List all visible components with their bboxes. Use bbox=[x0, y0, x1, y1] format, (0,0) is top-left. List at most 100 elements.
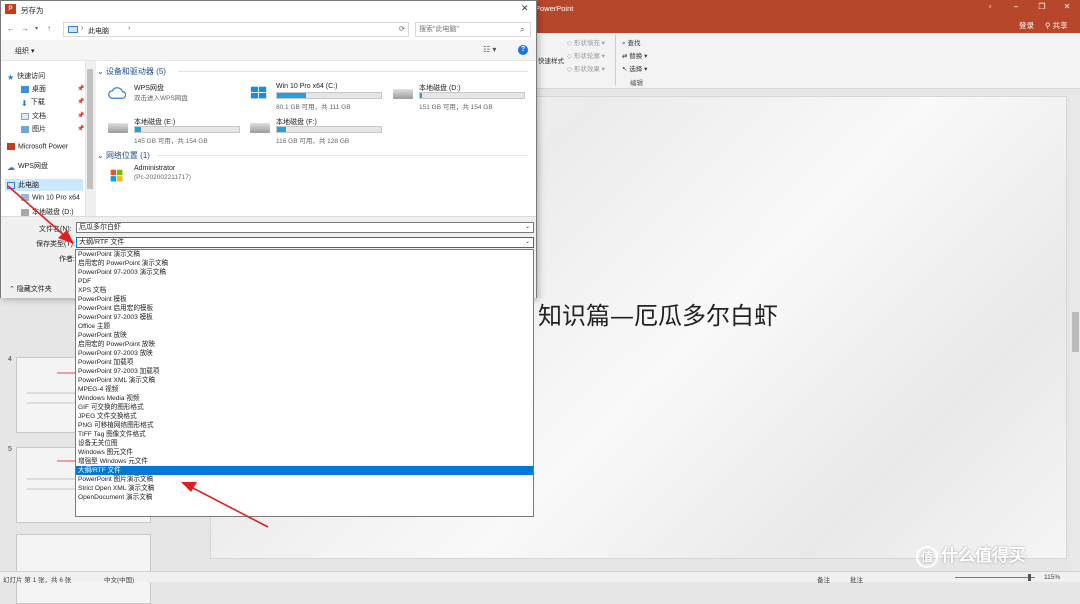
search-box[interactable]: ⌕ bbox=[415, 22, 531, 37]
up-icon[interactable]: ↑ bbox=[47, 24, 51, 33]
powerpoint-icon bbox=[7, 143, 15, 150]
pin-icon[interactable]: 📌 bbox=[77, 98, 84, 105]
savetype-option[interactable]: PowerPoint 启用宏的模板 bbox=[76, 304, 533, 313]
drive-icon bbox=[108, 123, 128, 133]
group-header-network[interactable]: ⌄ 网络位置 (1) bbox=[97, 150, 150, 161]
drive-item-f[interactable]: 本地磁盘 (F:) 116 GB 可用，共 128 GB bbox=[248, 117, 388, 149]
pin-icon[interactable]: 📌 bbox=[77, 112, 84, 119]
savetype-option[interactable]: 启用宏的 PowerPoint 放映 bbox=[76, 340, 533, 349]
notes-button[interactable]: 备注 bbox=[817, 574, 830, 584]
scrollbar-thumb[interactable] bbox=[1072, 312, 1079, 352]
drive-item-c[interactable]: Win 10 Pro x64 (C:) 80.1 GB 可用，共 111 GB bbox=[248, 83, 408, 115]
organize-button[interactable]: 组织 ▾ bbox=[15, 46, 34, 56]
savetype-option[interactable]: PowerPoint 演示文稿 bbox=[76, 250, 533, 259]
recent-dropdown-icon[interactable]: ▾ bbox=[35, 25, 38, 32]
drive-usage-bar bbox=[276, 92, 382, 99]
nav-scrollbar-thumb[interactable] bbox=[87, 69, 93, 189]
slide-thumbnail[interactable] bbox=[16, 534, 151, 604]
zoom-slider-knob[interactable] bbox=[1028, 574, 1031, 581]
group-divider bbox=[158, 155, 528, 156]
savetype-option[interactable]: 增强型 Windows 元文件 bbox=[76, 457, 533, 466]
view-options-icon[interactable]: ☷ ▾ bbox=[483, 45, 496, 54]
refresh-icon[interactable]: ⟳ bbox=[399, 25, 405, 33]
windows-network-icon bbox=[110, 169, 123, 182]
comments-button[interactable]: 批注 bbox=[850, 574, 863, 584]
savetype-option[interactable]: PowerPoint 97-2003 模板 bbox=[76, 313, 533, 322]
savetype-option[interactable]: GIF 可交换的图形格式 bbox=[76, 403, 533, 412]
pin-icon[interactable]: 📌 bbox=[77, 125, 84, 132]
savetype-option[interactable]: PowerPoint 97-2003 放映 bbox=[76, 349, 533, 358]
content-pane: ⌄ 设备和驱动器 (5) WPS网盘 双击进入WPS网盘 Win 10 Pro … bbox=[96, 61, 536, 216]
shape-effects-button[interactable]: ◇ 形状效果 ▾ bbox=[567, 63, 605, 73]
savetype-option[interactable]: PowerPoint 97-2003 加载项 bbox=[76, 367, 533, 376]
savetype-option[interactable]: TIFF Tag 图像文件格式 bbox=[76, 430, 533, 439]
savetype-option[interactable]: PowerPoint 放映 bbox=[76, 331, 533, 340]
slide-title[interactable]: 知识篇—厄瓜多尔白虾 bbox=[538, 296, 778, 331]
savetype-option[interactable]: Windows Media 视频 bbox=[76, 394, 533, 403]
savetype-option[interactable]: JPEG 文件交换格式 bbox=[76, 412, 533, 421]
pin-icon[interactable]: 📌 bbox=[77, 85, 84, 92]
ppt-window-title: PowerPoint bbox=[535, 4, 574, 13]
nav-downloads[interactable]: ⬇ 下载 bbox=[21, 97, 45, 108]
filename-input[interactable]: 厄瓜多尔白虾 ⌄ bbox=[76, 222, 534, 233]
nav-pictures[interactable]: 图片 bbox=[21, 124, 46, 134]
close-icon[interactable]: ✕ bbox=[1057, 2, 1077, 14]
watermark: 值什么值得买 bbox=[916, 541, 1026, 568]
search-input[interactable] bbox=[419, 24, 514, 35]
find-icon: ⌕ bbox=[622, 40, 626, 47]
select-button[interactable]: ↖ 选择 ▾ bbox=[622, 63, 647, 73]
back-icon[interactable]: ← bbox=[7, 24, 15, 33]
drive-item-wps[interactable]: WPS网盘 双击进入WPS网盘 bbox=[106, 83, 246, 115]
savetype-option[interactable]: PowerPoint XML 演示文稿 bbox=[76, 376, 533, 385]
savetype-option[interactable]: MPEG-4 视频 bbox=[76, 385, 533, 394]
share-button[interactable]: ⚲ 共享 bbox=[1045, 20, 1068, 31]
drive-icon bbox=[250, 123, 270, 133]
dialog-close-icon[interactable]: ✕ bbox=[521, 3, 529, 14]
nav-desktop[interactable]: 桌面 bbox=[21, 84, 46, 94]
savetype-option[interactable]: PowerPoint 模板 bbox=[76, 295, 533, 304]
dialog-toolbar: 组织 ▾ ☷ ▾ ? bbox=[1, 40, 536, 61]
savetype-option[interactable]: PowerPoint 加载项 bbox=[76, 358, 533, 367]
computer-icon bbox=[68, 26, 78, 33]
chevron-right-icon[interactable]: › bbox=[128, 25, 130, 32]
language-indicator[interactable]: 中文(中国) bbox=[104, 574, 134, 584]
minimize-icon[interactable]: – bbox=[1006, 2, 1026, 14]
savetype-select[interactable]: 大纲/RTF 文件 ⌄ bbox=[76, 237, 534, 248]
savetype-option[interactable]: 启用宏的 PowerPoint 演示文稿 bbox=[76, 259, 533, 268]
savetype-option[interactable]: Office 主题 bbox=[76, 322, 533, 331]
nav-wps-cloud[interactable]: ☁ WPS网盘 bbox=[7, 161, 48, 172]
cursor-icon: ↖ bbox=[622, 66, 628, 73]
nav-documents[interactable]: 文档 bbox=[21, 111, 46, 121]
savetype-option[interactable]: PowerPoint 97-2003 演示文稿 bbox=[76, 268, 533, 277]
group-header-devices[interactable]: ⌄ 设备和驱动器 (5) bbox=[97, 66, 166, 77]
savetype-option[interactable]: PowerPoint 图片演示文稿 bbox=[76, 475, 533, 484]
drive-item-d[interactable]: 本地磁盘 (D:) 151 GB 可用，共 154 GB bbox=[391, 83, 531, 115]
savetype-option[interactable]: OpenDocument 演示文稿 bbox=[76, 493, 533, 502]
drive-item-e[interactable]: 本地磁盘 (E:) 145 GB 可用，共 154 GB bbox=[106, 117, 246, 149]
address-bar[interactable]: › 此电脑 › ⟳ bbox=[63, 22, 409, 37]
nav-microsoft-powerpoint[interactable]: Microsoft Power bbox=[7, 143, 68, 150]
savetype-option[interactable]: Windows 图元文件 bbox=[76, 448, 533, 457]
savetype-option[interactable]: 大纲/RTF 文件 bbox=[76, 466, 533, 476]
nav-quick-access[interactable]: ★ 快速访问 bbox=[7, 71, 45, 82]
ribbon-display-icon[interactable]: ▫ bbox=[980, 2, 1000, 14]
quick-styles-button[interactable]: 快速样式 bbox=[538, 55, 564, 65]
shape-outline-button[interactable]: ◇ 形状轮廓 ▾ bbox=[567, 50, 605, 60]
replace-button[interactable]: ⇄ 替换 ▾ bbox=[622, 50, 647, 60]
forward-icon[interactable]: → bbox=[21, 24, 29, 33]
login-button[interactable]: 登录 bbox=[1019, 20, 1034, 31]
savetype-option[interactable]: 设备无关位图 bbox=[76, 439, 533, 448]
zoom-slider[interactable] bbox=[955, 577, 1035, 578]
hide-folders-button[interactable]: ⌃ 隐藏文件夹 bbox=[9, 284, 52, 294]
savetype-option[interactable]: PDF bbox=[76, 277, 533, 286]
help-icon[interactable]: ? bbox=[518, 45, 528, 55]
zoom-level[interactable]: 115% bbox=[1044, 574, 1060, 581]
find-button[interactable]: ⌕ 查找 bbox=[622, 37, 640, 48]
savetype-option[interactable]: Strict Open XML 演示文稿 bbox=[76, 484, 533, 493]
network-item[interactable]: Administrator (Pc-202002211717) bbox=[106, 165, 246, 197]
search-icon[interactable]: ⌕ bbox=[520, 25, 524, 35]
shape-fill-button[interactable]: ◇ 形状填充 ▾ bbox=[567, 37, 605, 47]
savetype-option[interactable]: PNG 可移植网络图形格式 bbox=[76, 421, 533, 430]
savetype-option[interactable]: XPS 文档 bbox=[76, 286, 533, 295]
restore-icon[interactable]: ❐ bbox=[1032, 2, 1052, 14]
